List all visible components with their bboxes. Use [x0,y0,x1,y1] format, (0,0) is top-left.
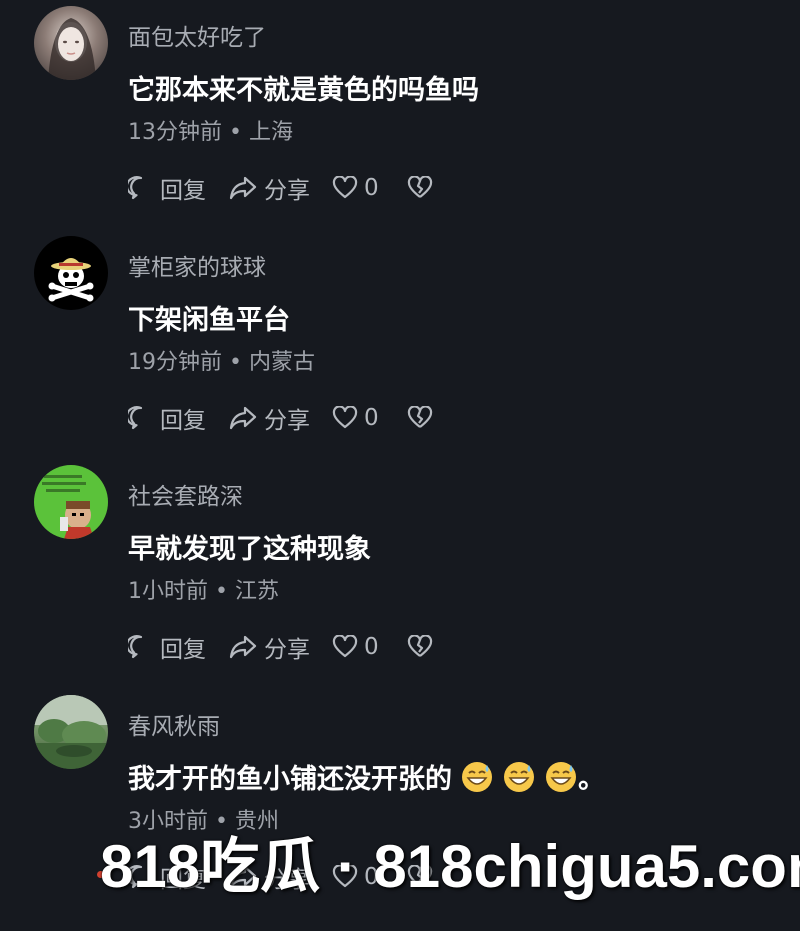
comment-meta: 13分钟前 • 上海 [128,120,293,145]
reply-label: 回复 [160,408,206,434]
username[interactable]: 春风秋雨 [128,707,220,741]
dislike-button[interactable] [407,406,433,430]
comment-bubble-icon [128,865,143,889]
reply-button[interactable]: 回复 [128,630,206,664]
user-avatar[interactable] [34,236,108,310]
share-arrow-icon [229,406,257,430]
comment-text-main: 我才开的鱼小铺还没开张的 [128,764,452,795]
comment-text: 我才开的鱼小铺还没开张的 。 [128,757,605,801]
comment-bubble-icon [128,406,143,430]
share-button[interactable]: 分享 [228,630,310,664]
share-button[interactable]: 分享 [228,171,310,205]
comment-meta: 3小时前 • 贵州 [128,809,279,834]
comment-text: 它那本来不就是黄色的吗鱼吗 [128,75,479,106]
like-count: 0 [364,634,379,660]
reply-label: 回复 [160,178,206,204]
share-arrow-icon [229,865,257,889]
user-avatar[interactable] [34,465,108,539]
grin-sweat-emoji-icon [544,760,578,801]
user-avatar[interactable] [34,695,108,769]
like-button[interactable]: 0 [332,405,379,431]
username[interactable]: 掌柜家的球球 [128,248,266,282]
dislike-button[interactable] [407,176,433,200]
username[interactable]: 社会套路深 [128,477,243,511]
share-label: 分享 [264,867,310,893]
reply-label: 回复 [160,867,206,893]
like-count: 0 [364,405,379,431]
dislike-button[interactable] [407,635,433,659]
reply-button[interactable]: 回复 [128,860,206,894]
comment-bubble-icon [128,635,143,659]
comment-bubble-icon [128,176,143,200]
broken-heart-icon [407,406,432,428]
user-avatar[interactable] [34,6,108,80]
reply-label: 回复 [160,637,206,663]
like-count: 0 [364,864,379,890]
like-button[interactable]: 0 [332,864,379,890]
watermark-dot [97,871,104,878]
comment-text-suffix: 。 [578,764,605,795]
share-button[interactable]: 分享 [228,860,310,894]
share-label: 分享 [264,637,310,663]
heart-icon [332,865,358,888]
broken-heart-icon [407,176,432,198]
heart-icon [332,635,358,658]
grin-sweat-emoji-icon [502,760,536,801]
comment-actions: 回复 分享 0 [128,402,455,434]
broken-heart-icon [407,635,432,657]
comment-text: 早就发现了这种现象 [128,534,371,565]
comment-meta: 1小时前 • 江苏 [128,579,279,604]
heart-icon [332,406,358,429]
share-button[interactable]: 分享 [228,401,310,435]
comment-actions: 回复 分享 0 [128,861,455,893]
share-label: 分享 [264,178,310,204]
comment-actions: 回复 分享 0 [128,631,455,663]
heart-icon [332,176,358,199]
dislike-button[interactable] [407,865,433,889]
grin-sweat-emoji-icon [460,760,494,801]
like-button[interactable]: 0 [332,175,379,201]
like-count: 0 [364,175,379,201]
share-arrow-icon [229,176,257,200]
share-label: 分享 [264,408,310,434]
share-arrow-icon [229,635,257,659]
comment-text: 下架闲鱼平台 [128,305,290,336]
reply-button[interactable]: 回复 [128,401,206,435]
comment-actions: 回复 分享 0 [128,172,455,204]
comment-meta: 19分钟前 • 内蒙古 [128,350,315,375]
reply-button[interactable]: 回复 [128,171,206,205]
like-button[interactable]: 0 [332,634,379,660]
broken-heart-icon [407,865,432,887]
username[interactable]: 面包太好吃了 [128,18,266,52]
